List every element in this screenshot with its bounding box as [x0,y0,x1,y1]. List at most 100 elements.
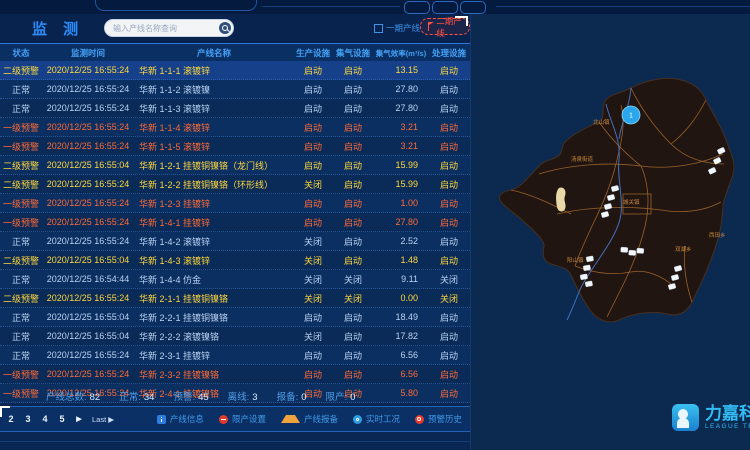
tool-label: 实时工况 [366,413,400,425]
search-box[interactable] [104,19,234,37]
cell-time: 2020/12/25 16:55:04 [42,312,134,322]
page-number[interactable]: 4 [41,414,49,424]
tool-button-limit[interactable]: 限产设置 [219,413,266,425]
plant-marker[interactable] [580,274,588,280]
cell-eff: 6.56 [374,350,428,360]
cell-eff: 17.82 [374,331,428,341]
plant-marker[interactable] [637,248,644,254]
cell-time: 2020/12/25 16:55:24 [42,369,134,379]
cell-status: 正常 [0,273,42,286]
table-row[interactable]: 二级预警2020/12/25 16:55:24华新 1-1-1 滚镀锌启动启动1… [0,61,470,80]
table-row[interactable]: 二级预警2020/12/25 16:55:04华新 1-4-3 滚镀锌关闭启动1… [0,251,470,270]
cell-gas: 启动 [332,102,374,115]
plant-marker[interactable] [621,247,628,253]
cell-prod: 启动 [294,83,332,96]
table-row[interactable]: 正常2020/12/25 16:54:44华新 1-4-4 仿金关闭关闭9.11… [0,270,470,289]
cell-treat: 启动 [428,121,470,134]
place-label: 双湖乡 [675,245,692,253]
deco-rounded-frame [95,0,257,11]
page-number[interactable]: 5 [58,414,66,424]
tool-button-alarm[interactable]: 预警历史 [415,413,462,425]
cell-gas: 启动 [332,197,374,210]
summary-item: 预警:45 [173,389,208,403]
tool-button-report[interactable]: 产线报备 [281,413,338,425]
column-header: 产线名称 [134,47,294,59]
deco-line [496,6,750,7]
table-row[interactable]: 正常2020/12/25 16:55:04华新 2-2-1 挂镀铜镍铬启动启动1… [0,308,470,327]
cell-time: 2020/12/25 16:55:24 [42,293,134,303]
plant-marker[interactable] [629,250,636,256]
column-header: 处理设施 [428,47,470,59]
tool-label: 预警历史 [428,413,462,425]
cell-name: 华新 1-4-4 仿金 [134,273,294,286]
cell-eff: 2.52 [374,236,428,246]
district-map[interactable]: 北山镇汤泉街道城关镇西田乡阳山镇双湖乡 1 [471,14,750,450]
cell-prod: 启动 [294,159,332,172]
cell-gas: 启动 [332,159,374,172]
last-page-button[interactable]: Last ▶ [92,415,114,424]
tool-button-realtime[interactable]: 实时工况 [353,413,400,425]
cell-eff: 27.80 [374,217,428,227]
deco-line [262,6,400,7]
summary-value: 34 [144,392,155,403]
cell-gas: 关闭 [332,292,374,305]
tool-button-info[interactable]: 产线信息 [157,413,204,425]
cell-status: 二级预警 [0,64,42,77]
limit-icon [219,415,228,424]
search-input[interactable] [105,24,219,33]
cell-treat: 启动 [428,102,470,115]
cell-name: 华新 2-3-2 挂镀镍铬 [134,368,294,381]
cell-prod: 关闭 [294,292,332,305]
summary-label: 限产: [326,392,348,403]
table-row[interactable]: 一级预警2020/12/25 16:55:24华新 1-2-3 挂镀锌启动启动1… [0,194,470,213]
plant-marker[interactable] [583,265,591,271]
search-icon[interactable] [219,22,231,34]
table-row[interactable]: 一级预警2020/12/25 16:55:24华新 1-1-5 滚镀锌启动启动3… [0,137,470,156]
cell-time: 2020/12/25 16:55:24 [42,198,134,208]
cell-time: 2020/12/25 16:55:04 [42,160,134,170]
table-row[interactable]: 一级预警2020/12/25 16:55:24华新 2-3-2 挂镀镍铬启动启动… [0,365,470,384]
table-row[interactable]: 正常2020/12/25 16:55:24华新 1-4-2 滚镀锌关闭启动2.5… [0,232,470,251]
cell-treat: 启动 [428,216,470,229]
cell-gas: 启动 [332,83,374,96]
cell-status: 一级预警 [0,368,42,381]
cell-name: 华新 2-2-2 滚镀镍铬 [134,330,294,343]
table-row[interactable]: 正常2020/12/25 16:55:04华新 2-2-2 滚镀镍铬关闭启动17… [0,327,470,346]
summary-label: 预警: [173,392,195,403]
table-row[interactable]: 二级预警2020/12/25 16:55:24华新 1-2-2 挂镀铜镍铬（环形… [0,175,470,194]
table-row[interactable]: 一级预警2020/12/25 16:55:24华新 1-1-4 滚镀锌启动启动3… [0,118,470,137]
cell-status: 二级预警 [0,178,42,191]
cell-status: 二级预警 [0,292,42,305]
cell-prod: 启动 [294,368,332,381]
next-page-button[interactable]: ▶ [75,415,83,423]
header-bar: 监 测 一期产线 二期产线 [0,14,470,44]
cell-name: 华新 2-1-1 挂镀铜镍铬 [134,292,294,305]
cell-gas: 启动 [332,235,374,248]
table-row[interactable]: 正常2020/12/25 16:55:24华新 1-1-2 滚镀镍启动启动27.… [0,80,470,99]
plant-marker[interactable] [585,281,593,287]
table-row[interactable]: 正常2020/12/25 16:55:24华新 2-3-1 挂镀锌启动启动6.5… [0,346,470,365]
brand-logo-icon [672,404,699,431]
cell-eff: 15.99 [374,160,428,170]
cell-treat: 启动 [428,330,470,343]
cell-time: 2020/12/25 16:55:24 [42,84,134,94]
cell-name: 华新 1-2-2 挂镀铜镍铬（环形线） [134,178,294,191]
cell-gas: 启动 [332,349,374,362]
summary-label: 报备: [277,392,299,403]
checkbox-icon[interactable] [374,24,383,33]
plant-marker[interactable] [586,256,594,262]
cell-name: 华新 1-2-3 挂镀锌 [134,197,294,210]
table-row[interactable]: 一级预警2020/12/25 16:55:24华新 1-4-1 挂镀锌启动启动2… [0,213,470,232]
cell-treat: 启动 [428,368,470,381]
phase1-toggle[interactable]: 一期产线 [374,22,420,34]
table-row[interactable]: 二级预警2020/12/25 16:55:24华新 2-1-1 挂镀铜镍铬关闭关… [0,289,470,308]
table-body: 二级预警2020/12/25 16:55:24华新 1-1-1 滚镀锌启动启动1… [0,61,470,403]
cell-name: 华新 1-1-2 滚镀镍 [134,83,294,96]
cell-prod: 关闭 [294,254,332,267]
cell-treat: 启动 [428,197,470,210]
table-row[interactable]: 正常2020/12/25 16:55:24华新 1-1-3 滚镀锌启动启动27.… [0,99,470,118]
table-row[interactable]: 二级预警2020/12/25 16:55:04华新 1-2-1 挂镀铜镍铬（龙门… [0,156,470,175]
cell-prod: 启动 [294,216,332,229]
cell-eff: 0.00 [374,293,428,303]
page-number[interactable]: 3 [24,414,32,424]
